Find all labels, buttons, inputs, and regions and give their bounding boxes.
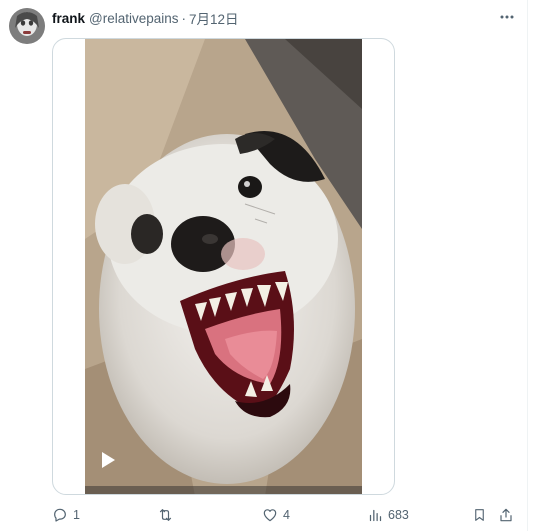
separator: ·	[181, 10, 187, 26]
view-count: 683	[388, 508, 409, 522]
share-icon	[500, 508, 512, 522]
play-icon	[102, 452, 115, 468]
views-icon	[369, 509, 382, 521]
display-name[interactable]: frank	[52, 11, 85, 26]
avatar[interactable]	[9, 8, 45, 44]
bookmark-icon	[475, 509, 484, 521]
user-handle[interactable]: @relativepains	[89, 11, 179, 26]
repost-icon	[159, 509, 172, 521]
more-icon	[500, 15, 514, 19]
like-icon	[263, 509, 277, 522]
post-date[interactable]: 7月12日	[189, 8, 239, 28]
play-button[interactable]	[98, 450, 118, 470]
media-card	[52, 38, 395, 495]
reply-button[interactable]: 1	[52, 506, 80, 524]
more-button[interactable]	[496, 8, 518, 26]
views-button[interactable]: 683	[368, 506, 409, 524]
scroll-gutter	[529, 0, 550, 531]
reply-count: 1	[73, 508, 80, 522]
tweet: frank @relativepains · 7月12日 1 4 683	[0, 0, 528, 531]
like-button[interactable]: 4	[262, 506, 290, 524]
action-bar: 1 4 683	[0, 500, 528, 531]
video-player[interactable]	[85, 39, 362, 494]
like-count: 4	[283, 508, 290, 522]
tweet-header: frank @relativepains · 7月12日	[52, 8, 239, 28]
bookmark-button[interactable]	[472, 506, 487, 524]
share-button[interactable]	[498, 506, 514, 524]
reply-icon	[54, 508, 66, 522]
repost-button[interactable]	[157, 506, 179, 524]
